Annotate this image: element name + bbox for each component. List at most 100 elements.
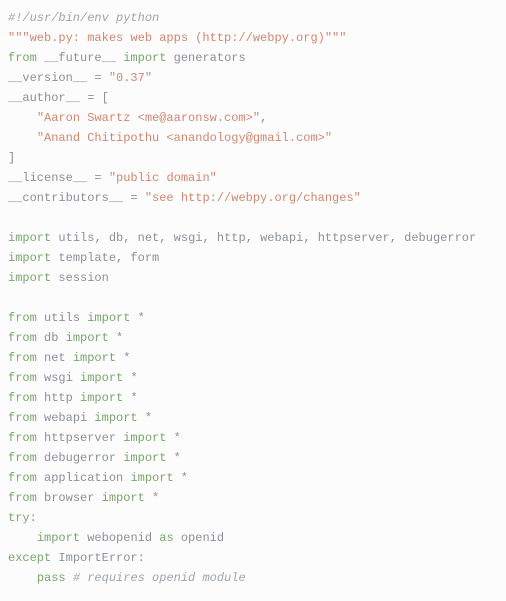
code-line: from utils import * — [8, 308, 498, 328]
code-token: * — [138, 311, 145, 325]
code-token: = — [94, 71, 101, 85]
code-token: * — [130, 391, 137, 405]
code-token: db — [37, 331, 66, 345]
code-token: browser — [37, 491, 102, 505]
code-token: "Anand Chitipothu <anandology@gmail.com>… — [37, 131, 332, 145]
code-token: openid — [174, 531, 224, 545]
code-token: "public domain" — [109, 171, 217, 185]
code-token: , — [260, 111, 267, 125]
code-token: wsgi — [166, 231, 202, 245]
code-token: , — [390, 231, 397, 245]
code-token: as — [159, 531, 173, 545]
code-token: net — [130, 231, 159, 245]
code-token: form — [123, 251, 159, 265]
code-token — [102, 71, 109, 85]
code-token: : — [138, 551, 145, 565]
code-token: ImportError — [51, 551, 137, 565]
code-token: * — [145, 411, 152, 425]
code-token: , — [94, 231, 101, 245]
code-token: import — [123, 51, 166, 65]
code-token: webopenid — [80, 531, 159, 545]
code-token: webapi — [37, 411, 95, 425]
code-line: from debugerror import * — [8, 448, 498, 468]
code-token: * — [174, 431, 181, 445]
code-line: from browser import * — [8, 488, 498, 508]
code-token: #!/usr/bin/env python — [8, 11, 159, 25]
code-token: ] — [8, 151, 15, 165]
code-token: , — [246, 231, 253, 245]
code-token — [94, 91, 101, 105]
code-token: "0.37" — [109, 71, 152, 85]
code-token: from — [8, 351, 37, 365]
code-line: "Anand Chitipothu <anandology@gmail.com>… — [8, 128, 498, 148]
code-token: session — [51, 271, 109, 285]
code-token: from — [8, 391, 37, 405]
code-token — [66, 571, 73, 585]
code-token — [102, 171, 109, 185]
code-token: * — [123, 351, 130, 365]
code-token: """web.py: makes web apps (http://webpy.… — [8, 31, 346, 45]
code-token: __version__ — [8, 71, 94, 85]
code-token: try — [8, 511, 30, 525]
code-line: "Aaron Swartz <me@aaronsw.com>", — [8, 108, 498, 128]
code-token — [174, 471, 181, 485]
code-line: __author__ = [ — [8, 88, 498, 108]
code-token: import — [94, 411, 137, 425]
code-token: http — [210, 231, 246, 245]
code-token: import — [80, 371, 123, 385]
code-token: "see http://webpy.org/changes" — [145, 191, 361, 205]
code-token: * — [174, 451, 181, 465]
code-token: from — [8, 331, 37, 345]
code-token: wsgi — [37, 371, 80, 385]
code-line: import webopenid as openid — [8, 528, 498, 548]
code-token: utils — [37, 311, 87, 325]
code-token: import — [87, 311, 130, 325]
code-line: from net import * — [8, 348, 498, 368]
code-token: debugerror — [37, 451, 123, 465]
code-token: import — [8, 231, 51, 245]
code-token: * — [130, 371, 137, 385]
code-token: * — [181, 471, 188, 485]
code-token — [8, 111, 37, 125]
code-token: __future__ — [37, 51, 123, 65]
code-token: [ — [102, 91, 109, 105]
code-token: * — [152, 491, 159, 505]
code-token: db — [102, 231, 124, 245]
code-token — [8, 571, 37, 585]
code-line: from http import * — [8, 388, 498, 408]
code-line: __license__ = "public domain" — [8, 168, 498, 188]
code-token: httpserver — [311, 231, 390, 245]
code-token: import — [102, 491, 145, 505]
code-line: from webapi import * — [8, 408, 498, 428]
code-token: from — [8, 491, 37, 505]
code-token — [166, 431, 173, 445]
code-token: import — [80, 391, 123, 405]
code-line: from __future__ import generators — [8, 48, 498, 68]
code-token: import — [37, 531, 80, 545]
code-line: from httpserver import * — [8, 428, 498, 448]
code-line: try: — [8, 508, 498, 528]
code-token — [166, 451, 173, 465]
code-line: from db import * — [8, 328, 498, 348]
code-token — [145, 491, 152, 505]
code-token: from — [8, 371, 37, 385]
code-token: : — [30, 511, 37, 525]
code-token: net — [37, 351, 73, 365]
code-token: http — [37, 391, 80, 405]
code-line: ] — [8, 148, 498, 168]
code-token: "Aaron Swartz <me@aaronsw.com>" — [37, 111, 260, 125]
code-token: import — [73, 351, 116, 365]
code-line: #!/usr/bin/env python — [8, 8, 498, 28]
code-line: except ImportError: — [8, 548, 498, 568]
code-token: from — [8, 451, 37, 465]
code-line — [8, 208, 498, 228]
code-token: application — [37, 471, 131, 485]
code-token: import — [123, 431, 166, 445]
code-token: from — [8, 471, 37, 485]
code-token — [130, 311, 137, 325]
code-token: except — [8, 551, 51, 565]
code-line: __contributors__ = "see http://webpy.org… — [8, 188, 498, 208]
code-token: import — [123, 451, 166, 465]
code-token: from — [8, 431, 37, 445]
code-line: __version__ = "0.37" — [8, 68, 498, 88]
